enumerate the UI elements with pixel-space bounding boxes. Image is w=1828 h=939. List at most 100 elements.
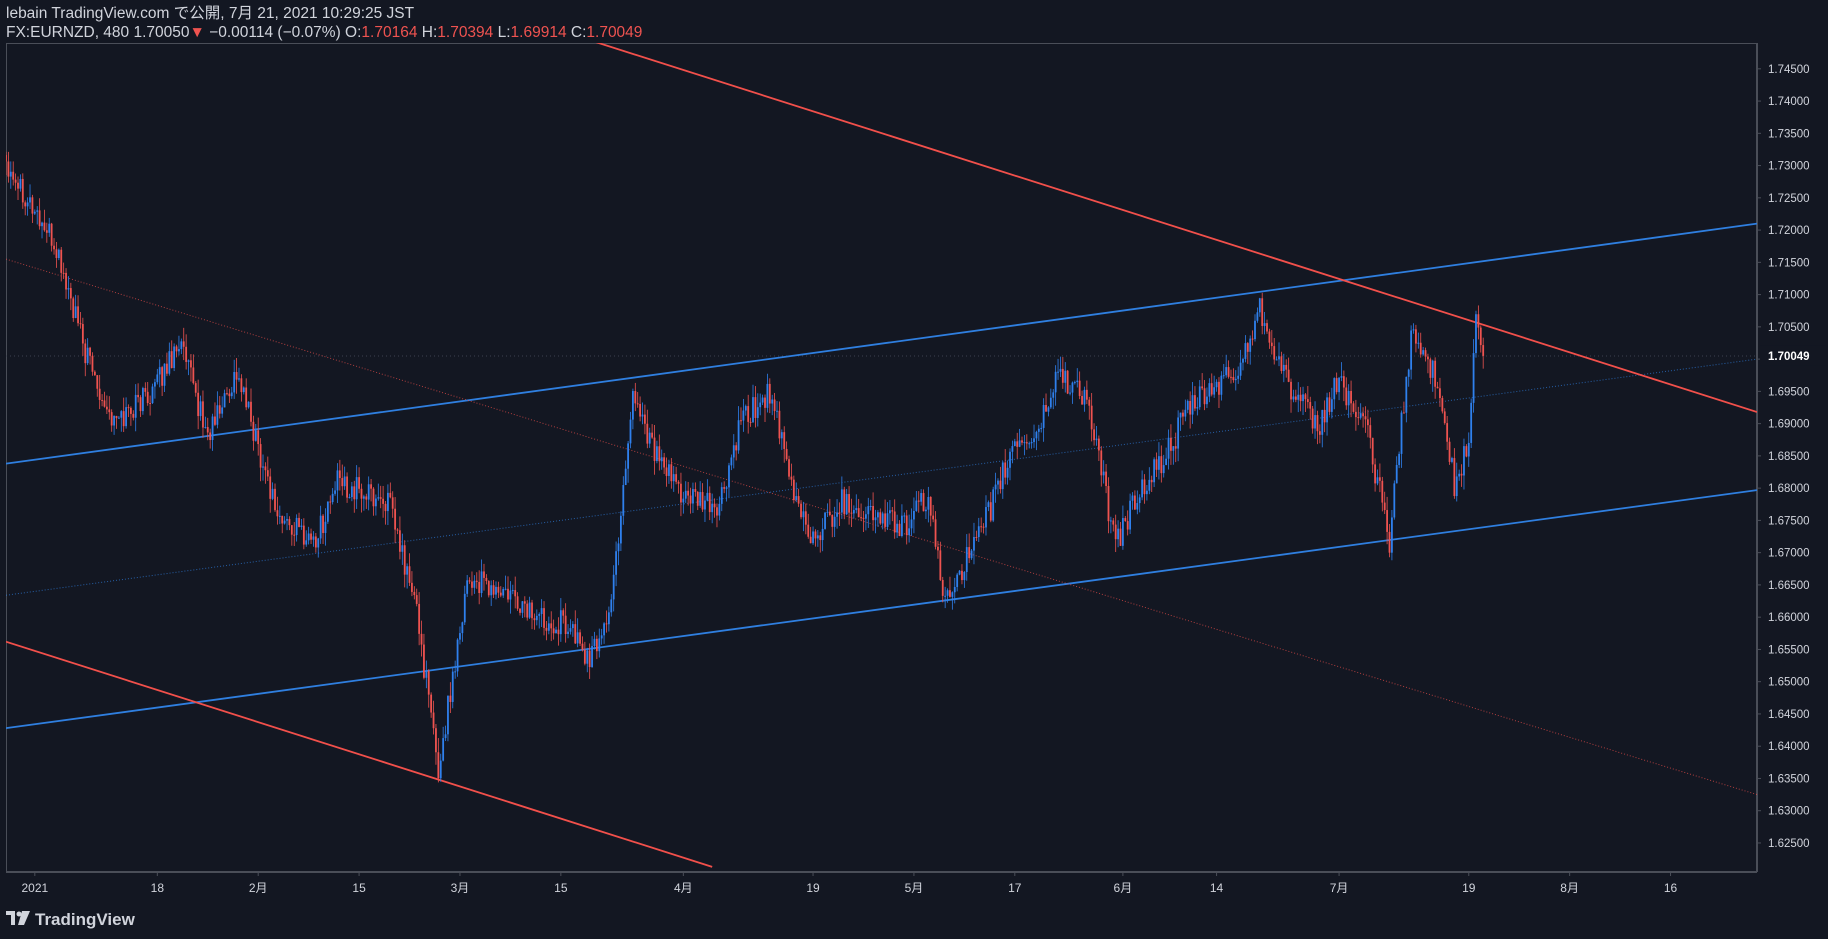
candle-body: [603, 623, 605, 636]
candle-body: [209, 432, 212, 440]
candle-body: [670, 464, 673, 482]
candle-body: [329, 501, 332, 503]
candle-body: [1371, 437, 1374, 465]
candle-body: [701, 492, 704, 510]
candle-body: [379, 497, 382, 499]
price-tick-label: 1.72500: [1768, 193, 1810, 205]
candle-body: [384, 503, 387, 512]
candle-body: [223, 393, 226, 408]
candle-body: [1479, 327, 1482, 346]
candle-body: [1242, 358, 1244, 363]
candle-body: [1263, 323, 1266, 326]
candle-body: [925, 509, 927, 512]
candle-body: [43, 222, 46, 231]
candle-body: [838, 512, 841, 514]
price-tick-label: 1.68000: [1768, 483, 1810, 495]
candle-body: [93, 371, 96, 376]
candle-body: [269, 476, 272, 499]
price-axis[interactable]: 1.74500 1.74000 1.73500 1.73000 1.72500 1.720…: [1757, 43, 1828, 872]
candle-body: [1376, 477, 1379, 484]
candle-body: [29, 197, 31, 203]
candle-body: [324, 521, 327, 534]
candle-body: [295, 517, 298, 536]
candle-body: [1049, 397, 1052, 408]
axis-corner: [1757, 872, 1828, 902]
candle-body: [228, 393, 231, 397]
candle-body: [963, 571, 966, 581]
candle-body: [723, 487, 726, 489]
candle-body: [1230, 376, 1232, 378]
time-axis[interactable]: 2021 18 2月 15 3月 15 4月 19 5月 17 6月 14 7月 19 8月 16: [6, 872, 1757, 902]
candle-body: [355, 477, 358, 500]
candle-body: [598, 638, 601, 652]
candle-body: [528, 602, 531, 618]
candle-body: [607, 612, 610, 625]
candle-body: [929, 496, 932, 516]
candle-body: [149, 402, 152, 404]
candle-body: [1021, 440, 1023, 443]
candle-body: [521, 601, 524, 613]
candle-body: [1037, 428, 1040, 432]
price-tick-label: 1.67000: [1768, 548, 1810, 560]
candle-body: [1097, 438, 1100, 451]
price-chart[interactable]: [6, 43, 1757, 872]
candle-body: [636, 403, 639, 405]
candle-body: [401, 545, 404, 552]
candle-body: [985, 507, 987, 528]
candle-body: [852, 510, 855, 514]
candle-body: [1448, 441, 1451, 462]
price-tick-label: 1.69000: [1768, 419, 1810, 431]
candle-body: [290, 525, 293, 535]
candle-body: [1439, 388, 1441, 399]
candle-body: [1126, 521, 1129, 530]
candle-body: [790, 476, 793, 480]
price-tick-label: 1.65500: [1768, 644, 1810, 656]
candle-body: [238, 378, 240, 380]
candle-body: [545, 627, 548, 631]
candle-body: [1141, 479, 1144, 498]
candle-body: [122, 411, 125, 427]
candle-body: [487, 581, 490, 596]
candle-body: [550, 623, 553, 629]
time-tick-label: 15: [554, 881, 568, 895]
candle-body: [473, 580, 476, 588]
candle-body: [1357, 417, 1360, 419]
candle-body: [406, 566, 409, 575]
candle-body: [1028, 443, 1031, 445]
candle-body: [939, 550, 942, 580]
candle-body: [1311, 408, 1314, 429]
candle-body: [533, 618, 536, 621]
candle-body: [780, 432, 783, 439]
candle-body: [1350, 390, 1352, 404]
candle-body: [824, 512, 826, 529]
candle-body: [1386, 510, 1389, 532]
candle-body: [783, 432, 786, 449]
candle-body: [622, 485, 625, 516]
candle-body: [574, 624, 577, 644]
candle-body: [113, 415, 115, 426]
candle-body: [1304, 394, 1307, 400]
candle-body: [62, 272, 65, 274]
candle-body: [38, 210, 41, 227]
candle-body: [704, 500, 706, 510]
price-tick-label: 1.73000: [1768, 161, 1810, 173]
candle-body: [949, 590, 951, 597]
candle-body: [1155, 459, 1158, 470]
candle-body: [218, 405, 221, 414]
candle-body: [761, 397, 764, 403]
candle-body: [1227, 367, 1230, 377]
candle-body: [262, 466, 264, 468]
candle-body: [754, 397, 757, 418]
candle-body: [1297, 394, 1300, 400]
candle-body: [372, 488, 375, 507]
high-value: 1.70394: [437, 24, 494, 41]
price-tick-label: 1.66500: [1768, 580, 1810, 592]
candle-body: [970, 550, 973, 559]
candle-body: [214, 416, 216, 425]
candle-body: [1052, 392, 1055, 398]
candle-body: [1345, 387, 1348, 406]
candle-body: [425, 670, 428, 678]
candle-body: [1299, 394, 1302, 402]
candle-body: [1460, 473, 1463, 476]
candle-body: [1383, 502, 1386, 511]
